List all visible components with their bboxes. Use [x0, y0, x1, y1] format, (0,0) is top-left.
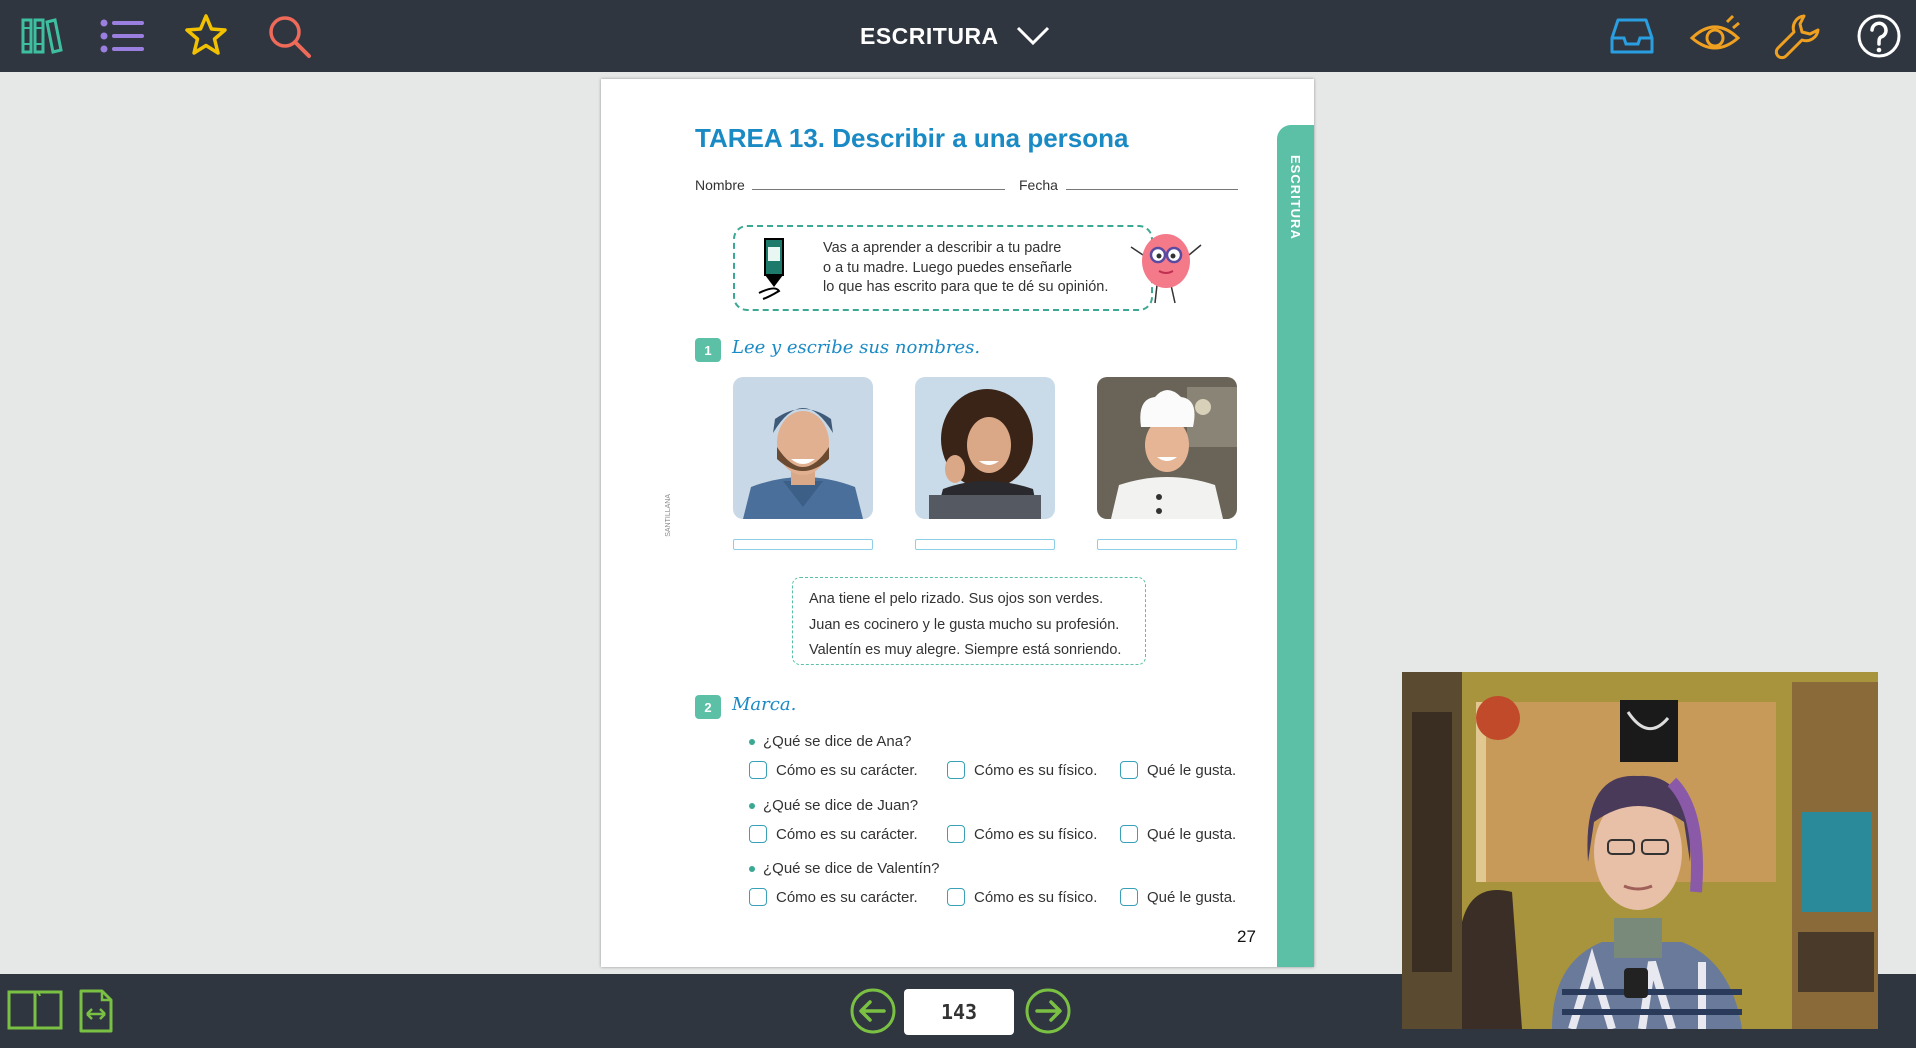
marker-icon — [758, 238, 784, 300]
name-answer-field[interactable] — [1097, 539, 1237, 550]
checkbox-icon — [947, 761, 965, 779]
option-label: Cómo es su carácter. — [776, 761, 918, 779]
intro-line: o a tu madre. Luego puedes enseñarle — [823, 259, 1073, 276]
question-ana: ¿Qué se dice de Ana? — [749, 733, 911, 750]
option-label: Cómo es su físico. — [974, 888, 1098, 906]
intro-bubble: Vas a aprender a describir a tu padre o … — [733, 225, 1153, 311]
option-label: Qué le gusta. — [1147, 825, 1237, 843]
option-label: Cómo es su carácter. — [776, 825, 918, 843]
arrow-left-icon — [850, 988, 896, 1034]
option-checkbox[interactable]: Cómo es su carácter. — [749, 888, 918, 906]
option-checkbox[interactable]: Qué le gusta. — [1120, 888, 1236, 906]
exercise-instruction: Lee y escribe sus nombres. — [732, 337, 981, 358]
checkbox-icon — [1120, 825, 1138, 843]
exercise-number: 1 — [695, 338, 721, 362]
option-checkbox[interactable]: Cómo es su físico. — [947, 888, 1097, 906]
checkbox-icon — [947, 825, 965, 843]
option-checkbox[interactable]: Cómo es su carácter. — [749, 825, 918, 843]
question-text: ¿Qué se dice de Juan? — [763, 797, 919, 814]
eye-icon[interactable] — [1687, 8, 1743, 64]
checkbox-icon — [947, 888, 965, 906]
name-answer-field[interactable] — [915, 539, 1055, 550]
intro-line: lo que has escrito para que te dé su opi… — [823, 279, 1109, 295]
section-dropdown[interactable]: ESCRITURA — [860, 14, 1051, 58]
description-line: Juan es cocinero y le gusta mucho su pro… — [809, 616, 1120, 633]
workbook-page: ESCRITURA TAREA 13. Describir a una pers… — [601, 79, 1314, 967]
intro-line: Vas a aprender a describir a tu padre — [823, 240, 1062, 256]
option-label: Cómo es su carácter. — [776, 888, 918, 906]
question-text: ¿Qué se dice de Ana? — [763, 733, 912, 750]
bullet-icon — [749, 866, 755, 873]
option-label: Cómo es su físico. — [974, 761, 1098, 779]
description-text: Ana tiene el pelo rizado. Sus ojos son v… — [809, 587, 1121, 664]
description-line: Ana tiene el pelo rizado. Sus ojos son v… — [809, 591, 1104, 607]
star-icon[interactable] — [178, 8, 234, 64]
fecha-label: Fecha — [1019, 177, 1058, 193]
double-page-icon[interactable] — [6, 988, 64, 1037]
option-label: Qué le gusta. — [1147, 761, 1237, 779]
description-box: Ana tiene el pelo rizado. Sus ojos son v… — [792, 577, 1146, 665]
nombre-field[interactable] — [752, 189, 1005, 190]
top-toolbar: ESCRITURA — [0, 0, 1916, 72]
nombre-label: Nombre — [695, 177, 745, 193]
page-title: TAREA 13. Describir a una persona — [695, 123, 1129, 153]
checkbox-icon — [749, 761, 767, 779]
option-checkbox[interactable]: Qué le gusta. — [1120, 825, 1236, 843]
bullet-icon — [749, 739, 755, 746]
photo-ana — [915, 377, 1055, 519]
exercise-number: 2 — [695, 695, 721, 719]
next-page-button[interactable] — [1023, 986, 1073, 1036]
side-band: ESCRITURA — [1277, 125, 1314, 967]
webcam-video — [1402, 672, 1878, 1029]
checkbox-icon — [1120, 888, 1138, 906]
inbox-icon[interactable] — [1604, 8, 1660, 64]
exercise-instruction: Marca. — [732, 694, 797, 715]
option-checkbox[interactable]: Cómo es su carácter. — [749, 761, 918, 779]
side-label: ESCRITURA — [1288, 155, 1303, 240]
list-icon[interactable] — [95, 8, 151, 64]
publisher-mark: SANTILLANA — [665, 494, 672, 537]
option-checkbox[interactable]: Cómo es su físico. — [947, 825, 1097, 843]
question-juan: ¿Qué se dice de Juan? — [749, 797, 918, 814]
option-checkbox[interactable]: Cómo es su físico. — [947, 761, 1097, 779]
option-label: Qué le gusta. — [1147, 888, 1237, 906]
page-number-input[interactable]: 143 — [904, 989, 1014, 1035]
photo-juan — [1097, 377, 1237, 519]
question-valentin: ¿Qué se dice de Valentín? — [749, 860, 940, 877]
bullet-icon — [749, 803, 755, 810]
search-icon[interactable] — [261, 8, 317, 64]
arrow-right-icon — [1025, 988, 1071, 1034]
page-number: 27 — [1237, 927, 1256, 946]
checkbox-icon — [749, 888, 767, 906]
mascot-character — [1130, 234, 1202, 304]
chevron-down-icon — [1016, 26, 1049, 46]
library-icon[interactable] — [13, 8, 69, 64]
prev-page-button[interactable] — [848, 986, 898, 1036]
description-line: Valentín es muy alegre. Siempre está son… — [809, 642, 1122, 658]
checkbox-icon — [1120, 761, 1138, 779]
photo-valentin — [733, 377, 873, 519]
intro-text: Vas a aprender a describir a tu padre o … — [823, 239, 1108, 298]
option-label: Cómo es su físico. — [974, 825, 1098, 843]
checkbox-icon — [749, 825, 767, 843]
name-answer-field[interactable] — [733, 539, 873, 550]
help-icon[interactable] — [1851, 8, 1907, 64]
section-title: ESCRITURA — [860, 22, 999, 49]
fit-width-icon[interactable] — [78, 988, 114, 1039]
fecha-field[interactable] — [1066, 189, 1238, 190]
wrench-icon[interactable] — [1770, 8, 1826, 64]
option-checkbox[interactable]: Qué le gusta. — [1120, 761, 1236, 779]
question-text: ¿Qué se dice de Valentín? — [763, 860, 940, 877]
